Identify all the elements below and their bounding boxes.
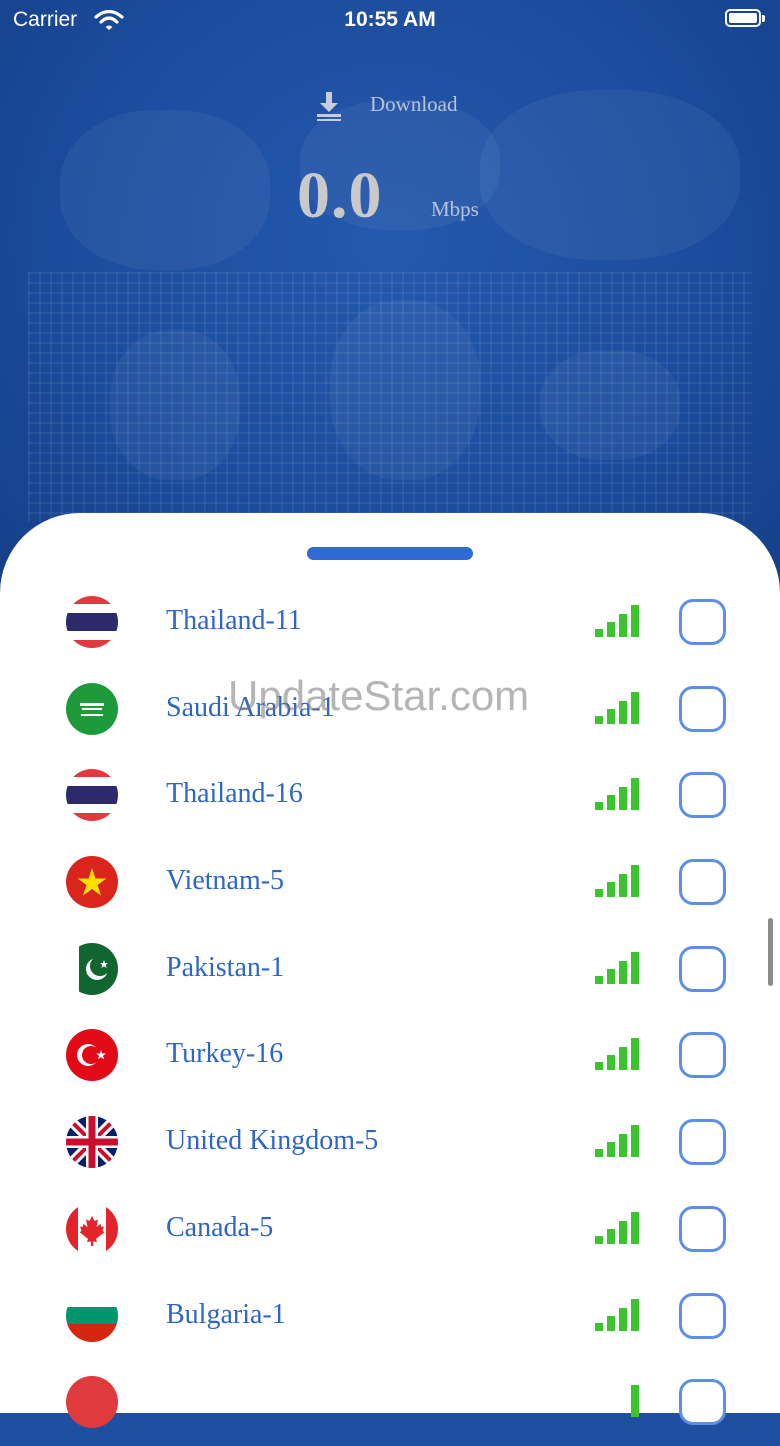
select-server-checkbox[interactable] (679, 1292, 726, 1339)
signal-strength-icon (595, 605, 639, 637)
signal-strength-icon (631, 1385, 639, 1418)
signal-strength-icon (595, 1038, 639, 1071)
select-server-checkbox[interactable] (679, 859, 726, 906)
thailand-flag-icon (66, 596, 118, 648)
select-server-checkbox[interactable] (679, 1119, 726, 1166)
status-bar: Carrier 10:55 AM (0, 0, 780, 44)
download-label: Download (370, 92, 458, 116)
pakistan-flag-icon (66, 942, 118, 995)
bulgaria-flag-icon (66, 1289, 118, 1342)
speed-header: Carrier 10:55 AM Download 0.0 Mbps (0, 0, 780, 600)
signal-strength-icon (595, 1211, 639, 1244)
battery-icon (725, 9, 765, 27)
turkey-flag-icon (66, 1029, 118, 1082)
saudi-arabia-flag-icon (66, 682, 118, 735)
server-name: Pakistan-1 (166, 951, 285, 983)
vietnam-flag-icon (66, 856, 118, 909)
select-server-checkbox[interactable] (679, 1379, 726, 1426)
server-row[interactable]: Thailand-16 (0, 752, 780, 839)
server-name: Vietnam-5 (166, 865, 285, 897)
server-row[interactable]: Thailand-11 (0, 579, 780, 666)
signal-strength-icon (595, 1298, 639, 1331)
speed-value: 0.0 (297, 159, 383, 232)
sheet-drag-handle[interactable] (307, 547, 473, 560)
server-name: Thailand-11 (166, 605, 302, 636)
clock: 10:55 AM (344, 8, 436, 31)
partial-flag-icon (66, 1376, 118, 1429)
server-row[interactable]: Pakistan-1 (0, 926, 780, 1013)
select-server-checkbox[interactable] (679, 772, 726, 819)
signal-strength-icon (595, 778, 639, 811)
watermark: UpdateStar.com (228, 672, 530, 719)
equalizer-grid (28, 272, 752, 522)
download-icon (317, 92, 341, 121)
server-name: United Kingdom-5 (166, 1125, 379, 1157)
server-row[interactable]: Canada-5 (0, 1186, 780, 1273)
select-server-checkbox[interactable] (679, 599, 726, 645)
server-name: Canada-5 (166, 1211, 274, 1243)
server-name: Bulgaria-1 (166, 1298, 286, 1330)
thailand-flag-icon (66, 769, 118, 822)
server-row[interactable]: Vietnam-5 (0, 839, 780, 926)
server-row[interactable]: Bulgaria-1 (0, 1273, 780, 1360)
signal-strength-icon (595, 691, 639, 724)
speed-unit: Mbps (431, 197, 479, 221)
server-row-partial[interactable] (0, 1359, 780, 1446)
scrollbar[interactable] (768, 918, 773, 986)
select-server-checkbox[interactable] (679, 945, 726, 992)
signal-strength-icon (595, 1125, 639, 1158)
server-sheet[interactable]: Thailand-11 Saudi Arabia-1 Thailand-16 V… (0, 513, 780, 1429)
server-name: Thailand-16 (166, 778, 303, 810)
united-kingdom-flag-icon (66, 1116, 118, 1169)
download-indicator: Download (0, 88, 780, 124)
server-name: Turkey-16 (166, 1038, 284, 1070)
select-server-checkbox[interactable] (679, 685, 726, 732)
server-row[interactable]: Turkey-16 (0, 1012, 780, 1099)
select-server-checkbox[interactable] (679, 1032, 726, 1079)
server-row[interactable]: United Kingdom-5 (0, 1099, 780, 1186)
signal-strength-icon (595, 865, 639, 898)
signal-strength-icon (595, 951, 639, 984)
select-server-checkbox[interactable] (679, 1205, 726, 1252)
canada-flag-icon (66, 1202, 118, 1255)
